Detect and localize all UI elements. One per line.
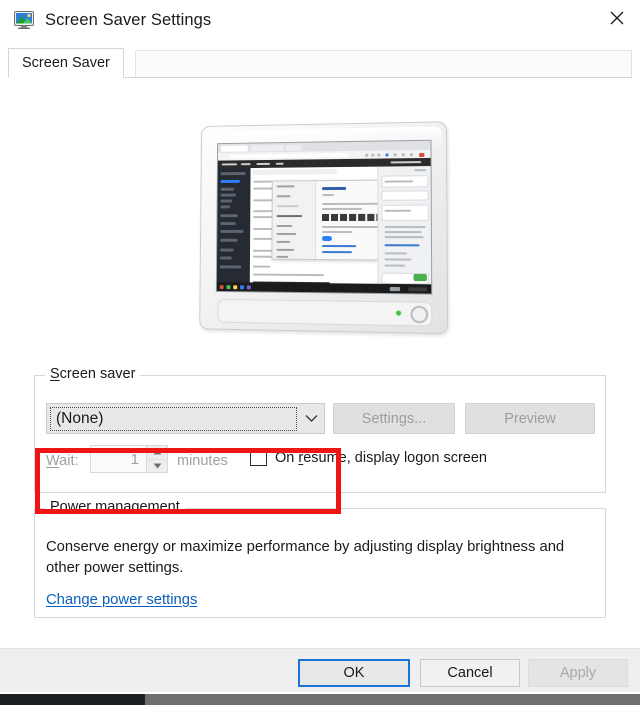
window-title: Screen Saver Settings [45,11,211,30]
dialog-footer: OK Cancel Apply [0,648,640,692]
stepper-up-icon[interactable] [147,446,167,460]
minutes-label: minutes [177,453,228,469]
tab-label: Screen Saver [22,55,110,71]
wait-stepper-buttons[interactable] [146,446,167,472]
apply-button[interactable]: Apply [528,659,628,687]
cancel-button[interactable]: Cancel [420,659,520,687]
wait-minutes-value: 1 [91,446,146,472]
settings-button-label: Settings... [362,411,426,427]
ok-button-label: OK [344,665,365,681]
monitor-screensaver-icon [14,11,34,29]
apply-button-label: Apply [560,665,596,681]
screen-saver-settings-window: Screen Saver Settings Screen Saver Scree… [0,0,640,705]
on-resume-checkbox[interactable] [250,449,267,466]
change-power-settings-link[interactable]: Change power settings [46,592,197,608]
wait-label: Wait: [46,453,79,469]
screen-saver-select[interactable]: (None) [46,403,325,434]
screen-saver-select-value: (None) [51,410,103,428]
tab-screen-saver[interactable]: Screen Saver [8,48,124,78]
monitor-power-button [410,306,428,324]
dialog-body: Screen saver (None) Settings... Preview … [0,78,640,648]
tab-strip: Screen Saver [0,40,640,78]
power-management-group: Power management Conserve energy or maxi… [34,508,606,618]
preview-desktop-image [217,141,431,294]
monitor-preview [197,123,445,331]
wait-minutes-stepper[interactable]: 1 [90,445,168,473]
power-management-description: Conserve energy or maximize performance … [46,537,566,579]
settings-button[interactable]: Settings... [333,403,455,434]
preview-button-label: Preview [504,411,556,427]
power-management-group-title: Power management [45,499,185,515]
stepper-down-icon[interactable] [147,460,167,473]
screen-saver-group-title: Screen saver [45,366,140,382]
chevron-down-icon[interactable] [298,404,324,433]
monitor-power-led [396,311,401,316]
screen-saver-select-focus-ring: (None) [50,407,297,431]
monitor-screen [216,140,432,295]
horizontal-scrollbar[interactable] [0,694,640,705]
close-icon[interactable] [594,0,640,36]
cancel-button-label: Cancel [447,665,492,681]
preview-button[interactable]: Preview [465,403,595,434]
screen-saver-group: Screen saver (None) Settings... Preview … [34,375,606,493]
monitor-bezel [199,121,448,334]
tab-strip-filler [135,50,632,78]
on-resume-label: On resume, display logon screen [275,450,487,466]
on-resume-checkbox-row[interactable]: On resume, display logon screen [250,449,487,466]
title-bar: Screen Saver Settings [0,0,640,40]
ok-button[interactable]: OK [298,659,410,687]
horizontal-scrollbar-thumb[interactable] [0,694,145,705]
